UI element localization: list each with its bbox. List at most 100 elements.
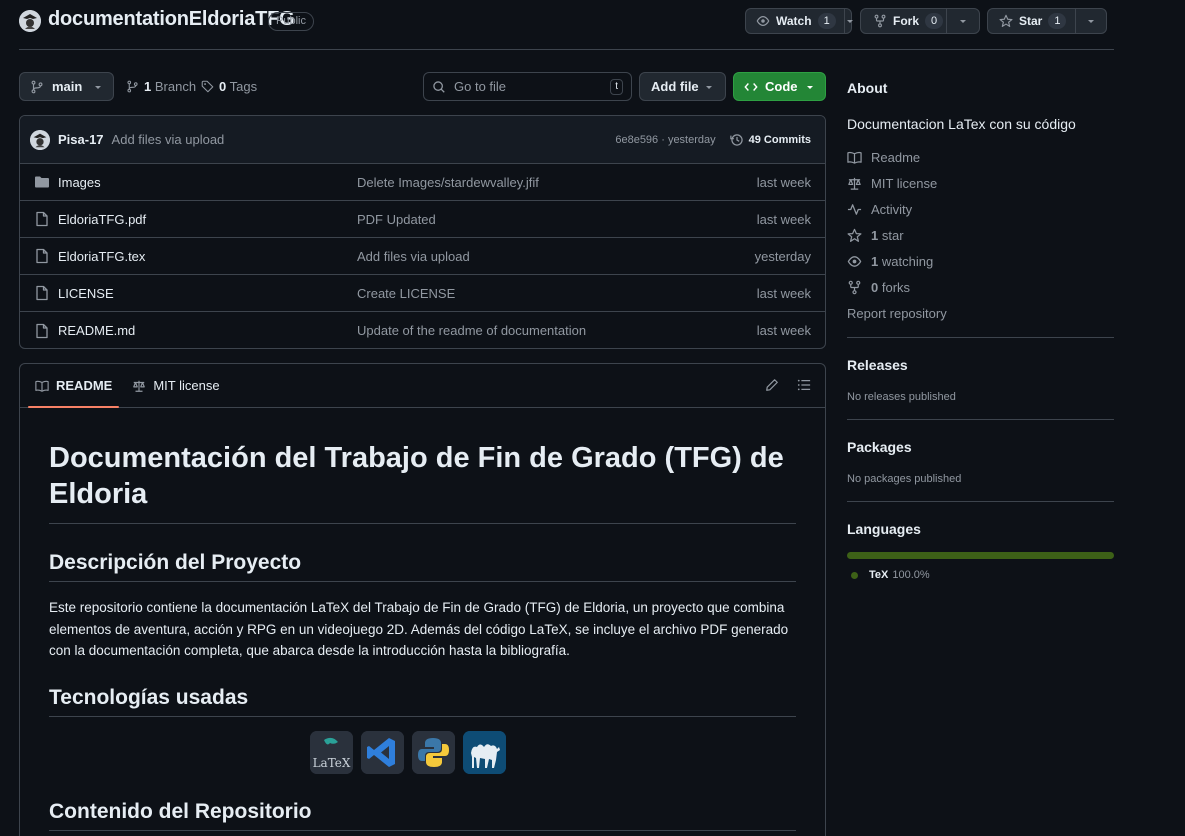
file-name[interactable]: LICENSE	[58, 286, 114, 301]
latest-commit-bar: Pisa-17 Add files via upload 6e8e596 · y…	[20, 116, 825, 164]
folder-icon	[34, 174, 50, 190]
eye-icon	[756, 14, 770, 28]
branch-selector[interactable]: main	[19, 72, 114, 101]
watch-main[interactable]: Watch 1	[746, 9, 845, 33]
commit-hash-time[interactable]: 6e8e596 · yesterday	[615, 134, 715, 146]
tags-count: 0	[219, 79, 227, 94]
file-date: last week	[756, 285, 811, 301]
shortcut-key: t	[610, 78, 623, 95]
language-bar	[847, 552, 1114, 559]
add-file-button[interactable]: Add file	[639, 72, 726, 101]
readme-heading-contents: Contenido del Repositorio	[49, 800, 796, 831]
file-icon	[34, 248, 50, 264]
branch-icon	[126, 80, 139, 93]
chevron-down-icon	[704, 82, 714, 92]
language-percent: 100.0%	[892, 569, 930, 581]
forks-link[interactable]: 0 forks	[847, 274, 1114, 300]
fork-label: Fork	[893, 14, 920, 28]
search-icon	[432, 80, 446, 94]
about-links: Readme MIT license Activity 1 star 1 wat…	[847, 144, 1114, 326]
file-name[interactable]: EldoriaTFG.pdf	[58, 212, 146, 227]
tab-license[interactable]: MIT license	[125, 364, 226, 407]
law-icon	[132, 379, 146, 393]
add-file-label: Add file	[651, 79, 699, 94]
watching-label: watching	[881, 253, 934, 269]
fork-icon	[847, 280, 862, 295]
commits-link[interactable]: 49 Commits	[729, 133, 811, 147]
go-to-file-input[interactable]: Go to file t	[423, 72, 632, 101]
license-link-label: MIT license	[871, 175, 938, 191]
chevron-down-icon[interactable]	[947, 9, 979, 33]
file-row[interactable]: LICENSE Create LICENSE last week	[20, 275, 825, 312]
sidebar-divider	[847, 337, 1114, 338]
file-commit-message[interactable]: Update of the readme of documentation	[357, 323, 757, 338]
file-date: last week	[756, 174, 811, 190]
file-commit-message[interactable]: PDF Updated	[357, 212, 757, 227]
language-item-tex[interactable]: TeX 100.0%	[847, 569, 1114, 581]
language-color-dot	[851, 571, 858, 579]
commit-message[interactable]: Add files via upload	[112, 132, 225, 147]
repo-name[interactable]: documentationEldoriaTFG	[48, 8, 295, 31]
tab-readme[interactable]: README	[28, 364, 120, 408]
fork-main[interactable]: Fork 0	[861, 9, 947, 33]
tag-icon	[201, 80, 214, 93]
vscode-icon	[360, 730, 404, 774]
visibility-badge: Public	[268, 12, 314, 31]
chevron-down-icon[interactable]	[1076, 9, 1106, 33]
chevron-down-icon[interactable]	[845, 9, 855, 33]
book-icon	[35, 379, 49, 393]
commit-author[interactable]: Pisa-17	[58, 132, 104, 147]
code-button[interactable]: Code	[733, 72, 826, 101]
fork-count: 0	[925, 13, 944, 29]
tech-badges: LaTeX	[49, 730, 796, 774]
readme-link[interactable]: Readme	[847, 144, 1114, 170]
file-name[interactable]: Images	[58, 175, 101, 190]
star-main[interactable]: Star 1	[988, 9, 1077, 33]
stars-link[interactable]: 1 star	[847, 222, 1114, 248]
pencil-icon[interactable]	[765, 378, 779, 392]
repo-description: Documentacion LaTex con su código	[847, 116, 1076, 132]
header-divider	[19, 49, 1114, 50]
stars-count: 1	[871, 227, 879, 243]
file-commit-message[interactable]: Create LICENSE	[357, 286, 757, 301]
python-icon	[411, 730, 455, 774]
file-row[interactable]: Images Delete Images/stardewvalley.jfif …	[20, 164, 825, 201]
readme-description-text: Este repositorio contiene la documentaci…	[49, 600, 789, 658]
readme-heading-description: Descripción del Proyecto	[49, 551, 796, 582]
readme-title: Documentación del Trabajo de Fin de Grad…	[49, 440, 796, 524]
readme-tabs: README MIT license	[20, 364, 825, 408]
tags-link[interactable]: 0 Tags	[201, 79, 257, 94]
readme-heading-technologies: Tecnologías usadas	[49, 686, 796, 717]
branch-name: main	[52, 79, 83, 94]
releases-heading[interactable]: Releases	[847, 357, 1114, 373]
activity-link[interactable]: Activity	[847, 196, 1114, 222]
file-icon	[34, 323, 50, 339]
report-repository-link[interactable]: Report repository	[847, 300, 1114, 326]
file-commit-message[interactable]: Add files via upload	[357, 249, 755, 264]
packages-heading[interactable]: Packages	[847, 439, 1114, 455]
fork-button[interactable]: Fork 0	[860, 8, 980, 34]
file-row[interactable]: EldoriaTFG.pdf PDF Updated last week	[20, 201, 825, 238]
repo-owner-avatar[interactable]	[19, 10, 41, 32]
file-row[interactable]: EldoriaTFG.tex Add files via upload yest…	[20, 238, 825, 275]
watch-label: Watch	[776, 14, 812, 28]
watchers-link[interactable]: 1 watching	[847, 248, 1114, 274]
outline-list-icon[interactable]	[797, 378, 811, 392]
license-link[interactable]: MIT license	[847, 170, 1114, 196]
branches-link[interactable]: 1 Branch	[126, 79, 196, 94]
chevron-down-icon	[93, 82, 103, 92]
file-date: yesterday	[754, 248, 811, 264]
star-button[interactable]: Star 1	[987, 8, 1107, 34]
code-icon	[744, 80, 758, 94]
file-commit-message[interactable]: Delete Images/stardewvalley.jfif	[357, 175, 757, 190]
file-row[interactable]: README.md Update of the readme of docume…	[20, 312, 825, 348]
file-name[interactable]: EldoriaTFG.tex	[58, 249, 145, 264]
file-name[interactable]: README.md	[58, 323, 135, 338]
commit-author-avatar[interactable]	[30, 129, 50, 150]
history-icon	[729, 133, 744, 147]
sidebar-divider	[847, 501, 1114, 502]
star-icon	[999, 14, 1013, 28]
watch-button[interactable]: Watch 1	[745, 8, 855, 34]
branches-label: Branch	[154, 79, 197, 94]
tab-license-label: MIT license	[153, 378, 220, 393]
